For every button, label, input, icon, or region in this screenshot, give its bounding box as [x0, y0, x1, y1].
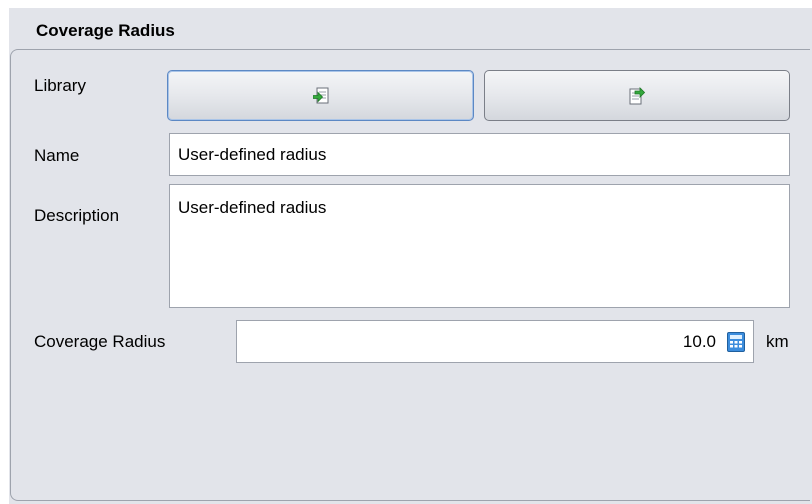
group-title: Coverage Radius — [36, 21, 175, 40]
window-frame: Coverage Radius Library Name Description… — [0, 0, 812, 504]
name-field[interactable] — [169, 133, 790, 176]
export-to-library-icon — [629, 86, 645, 104]
coverage-radius-value: 10.0 — [682, 332, 716, 351]
coverage-radius-label: Coverage Radius — [34, 332, 166, 351]
library-label: Library — [34, 76, 86, 95]
description-label: Description — [34, 206, 120, 225]
coverage-radius-field[interactable]: 10.0 — [236, 320, 754, 363]
coverage-radius-unit: km — [766, 332, 789, 351]
import-from-library-button[interactable] — [167, 70, 474, 121]
import-from-library-icon — [312, 87, 328, 103]
export-to-library-button[interactable] — [484, 70, 790, 121]
calculator-icon[interactable] — [727, 332, 745, 352]
description-field[interactable]: User-defined radius — [169, 184, 790, 308]
name-label: Name — [34, 146, 80, 165]
